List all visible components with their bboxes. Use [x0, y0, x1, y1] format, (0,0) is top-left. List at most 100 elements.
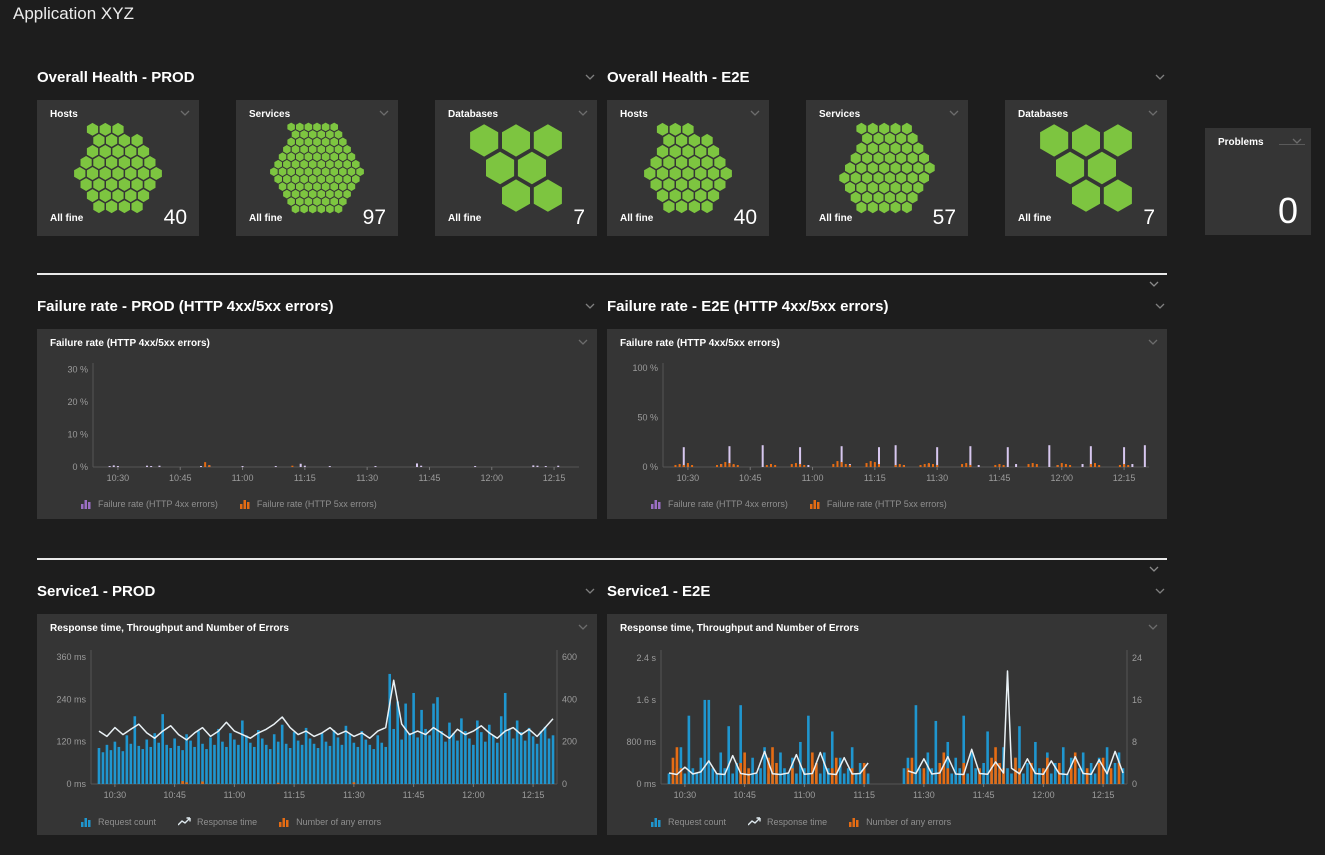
- chevron-down-icon[interactable]: [1146, 107, 1160, 119]
- legend-item-request-count[interactable]: Request count: [81, 817, 156, 827]
- section-divider: [37, 558, 1167, 560]
- tile-databases-e2e[interactable]: Databases All fine 7: [1005, 100, 1167, 236]
- svg-text:8: 8: [1132, 737, 1137, 747]
- svg-text:11:45: 11:45: [989, 473, 1011, 483]
- svg-text:600: 600: [562, 652, 577, 662]
- tile-problems[interactable]: Problems 0: [1205, 128, 1311, 235]
- problems-count: 0: [1278, 190, 1298, 232]
- service-chart-e2e[interactable]: 2.4 s1.6 s800 ms0 ms24168010:3010:4511:0…: [613, 642, 1161, 810]
- legend-item-response-time[interactable]: Response time: [748, 817, 827, 827]
- bar-chart-icon: [279, 817, 291, 827]
- chart-legend: Request count Response time Number of an…: [81, 817, 381, 827]
- svg-text:11:45: 11:45: [419, 473, 441, 483]
- svg-text:120 ms: 120 ms: [56, 737, 86, 747]
- entity-count: 7: [573, 206, 585, 230]
- svg-text:11:30: 11:30: [926, 473, 948, 483]
- tile-title: Problems: [1218, 137, 1264, 148]
- svg-text:100 %: 100 %: [632, 363, 658, 373]
- legend-label: Failure rate (HTTP 5xx errors): [827, 499, 947, 509]
- chart-legend: Request count Response time Number of an…: [651, 817, 951, 827]
- tile-hosts-prod[interactable]: Hosts All fine 40: [37, 100, 199, 236]
- chevron-down-icon[interactable]: [583, 71, 597, 83]
- tile-title: Services: [819, 109, 860, 120]
- chevron-down-icon[interactable]: [748, 107, 762, 119]
- legend-item-response-time[interactable]: Response time: [178, 817, 257, 827]
- tile-databases-prod[interactable]: Databases All fine 7: [435, 100, 597, 236]
- chevron-down-icon[interactable]: [377, 107, 391, 119]
- svg-text:10:30: 10:30: [107, 473, 130, 483]
- chevron-down-icon[interactable]: [1153, 71, 1167, 83]
- legend-item-request-count[interactable]: Request count: [651, 817, 726, 827]
- legend-item-5xx[interactable]: Failure rate (HTTP 5xx errors): [240, 499, 377, 509]
- chevron-down-icon[interactable]: [1153, 300, 1167, 312]
- chevron-down-icon[interactable]: [1147, 278, 1161, 290]
- bar-chart-icon: [810, 499, 822, 509]
- tile-hosts-e2e[interactable]: Hosts All fine 40: [607, 100, 769, 236]
- chevron-down-icon[interactable]: [1153, 585, 1167, 597]
- tile-service-chart-e2e[interactable]: Response time, Throughput and Number of …: [607, 614, 1167, 835]
- chevron-down-icon[interactable]: [576, 621, 590, 633]
- status-text: All fine: [249, 213, 282, 224]
- legend-item-4xx[interactable]: Failure rate (HTTP 4xx errors): [651, 499, 788, 509]
- svg-text:11:30: 11:30: [913, 790, 935, 800]
- chevron-down-icon[interactable]: [583, 300, 597, 312]
- legend-item-4xx[interactable]: Failure rate (HTTP 4xx errors): [81, 499, 218, 509]
- svg-text:0: 0: [1132, 779, 1137, 789]
- svg-text:11:00: 11:00: [223, 790, 245, 800]
- chevron-down-icon[interactable]: [1290, 135, 1304, 147]
- tile-service-chart-prod[interactable]: Response time, Throughput and Number of …: [37, 614, 597, 835]
- svg-text:12:00: 12:00: [481, 473, 504, 483]
- svg-text:1.6 s: 1.6 s: [636, 695, 656, 705]
- svg-text:2.4 s: 2.4 s: [636, 653, 656, 663]
- svg-text:11:45: 11:45: [973, 790, 995, 800]
- chevron-down-icon[interactable]: [583, 585, 597, 597]
- failure-rate-chart-prod[interactable]: 30 %20 %10 %0 %10:3010:4511:0011:1511:30…: [43, 355, 591, 493]
- section-header-failure-e2e: Failure rate - E2E (HTTP 4xx/5xx errors): [607, 297, 1167, 315]
- status-text: All fine: [819, 213, 852, 224]
- honeycomb-services-e2e: [827, 122, 947, 214]
- svg-text:11:30: 11:30: [343, 790, 365, 800]
- section-header-service1-prod: Service1 - PROD: [37, 582, 597, 600]
- tile-title: Services: [249, 109, 290, 120]
- tile-title: Databases: [1018, 109, 1068, 120]
- tile-failure-chart-e2e[interactable]: Failure rate (HTTP 4xx/5xx errors) 100 %…: [607, 329, 1167, 519]
- service-chart-prod[interactable]: 360 ms240 ms120 ms0 ms600400200010:3010:…: [43, 642, 591, 810]
- chart-legend: Failure rate (HTTP 4xx errors) Failure r…: [81, 499, 377, 509]
- tile-failure-chart-prod[interactable]: Failure rate (HTTP 4xx/5xx errors) 30 %2…: [37, 329, 597, 519]
- chart-title: Response time, Throughput and Number of …: [50, 623, 289, 634]
- chevron-down-icon[interactable]: [947, 107, 961, 119]
- svg-text:11:00: 11:00: [793, 790, 815, 800]
- bar-chart-icon: [849, 817, 861, 827]
- svg-text:0: 0: [562, 779, 567, 789]
- section-title-service1-e2e: Service1 - E2E: [607, 583, 710, 600]
- svg-text:11:15: 11:15: [283, 790, 305, 800]
- svg-text:11:00: 11:00: [232, 473, 254, 483]
- svg-text:50 %: 50 %: [637, 412, 658, 422]
- chevron-down-icon[interactable]: [178, 107, 192, 119]
- svg-text:0 %: 0 %: [72, 462, 88, 472]
- honeycomb-databases-prod: [456, 122, 576, 214]
- legend-item-5xx[interactable]: Failure rate (HTTP 5xx errors): [810, 499, 947, 509]
- bar-chart-icon: [81, 499, 93, 509]
- section-header-overall-health-prod: Overall Health - PROD: [37, 68, 597, 86]
- svg-text:12:00: 12:00: [1051, 473, 1074, 483]
- chevron-down-icon[interactable]: [1146, 336, 1160, 348]
- tile-services-prod[interactable]: Services All fine 97: [236, 100, 398, 236]
- chevron-down-icon[interactable]: [1147, 563, 1161, 575]
- failure-rate-chart-e2e[interactable]: 100 %50 %0 %10:3010:4511:0011:1511:3011:…: [613, 355, 1161, 493]
- chevron-down-icon[interactable]: [576, 336, 590, 348]
- svg-text:200: 200: [562, 737, 577, 747]
- svg-text:11:15: 11:15: [853, 790, 875, 800]
- svg-text:0 ms: 0 ms: [636, 779, 656, 789]
- dashboard-page: Application XYZ Overall Health - PROD Ov…: [0, 0, 1325, 855]
- tile-services-e2e[interactable]: Services All fine 57: [806, 100, 968, 236]
- chevron-down-icon[interactable]: [1146, 621, 1160, 633]
- legend-item-errors[interactable]: Number of any errors: [279, 817, 381, 827]
- status-text: All fine: [448, 213, 481, 224]
- entity-count: 57: [933, 206, 956, 230]
- chevron-down-icon[interactable]: [576, 107, 590, 119]
- svg-text:400: 400: [562, 694, 577, 704]
- honeycomb-services-prod: [257, 122, 377, 214]
- legend-item-errors[interactable]: Number of any errors: [849, 817, 951, 827]
- line-chart-icon: [748, 817, 762, 827]
